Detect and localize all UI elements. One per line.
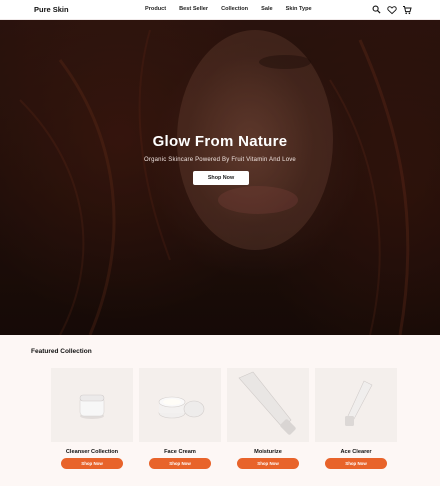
product-card[interactable]: Cleanser Collection Shop Now bbox=[51, 368, 133, 469]
product-card[interactable]: Face Cream Shop Now bbox=[139, 368, 221, 469]
product-name: Moisturize bbox=[254, 449, 282, 455]
heart-icon[interactable] bbox=[386, 4, 397, 15]
shop-now-button[interactable]: Shop Now bbox=[237, 458, 299, 469]
search-icon[interactable] bbox=[371, 4, 382, 15]
product-name: Face Cream bbox=[164, 449, 196, 455]
product-card[interactable]: Moisturize Shop Now bbox=[227, 368, 309, 469]
shop-now-button[interactable]: Shop Now bbox=[149, 458, 211, 469]
product-name: Ace Clearer bbox=[340, 449, 372, 455]
tube-small-icon bbox=[345, 380, 373, 426]
jar-icon bbox=[79, 394, 105, 419]
product-image[interactable] bbox=[315, 368, 397, 442]
cart-icon[interactable] bbox=[401, 4, 412, 15]
nav-collection[interactable]: Collection bbox=[221, 6, 248, 12]
main-nav: Product Best Seller Collection Sale Skin… bbox=[145, 6, 325, 12]
cream-jars-icon bbox=[158, 396, 205, 419]
tube-icon bbox=[238, 371, 296, 435]
product-card[interactable]: Ace Clearer Shop Now bbox=[315, 368, 397, 469]
shop-now-button[interactable]: Shop Now bbox=[61, 458, 123, 469]
nav-sale[interactable]: Sale bbox=[261, 6, 273, 12]
site-header: Pure Skin Product Best Seller Collection… bbox=[0, 0, 440, 20]
brand-logo[interactable]: Pure Skin bbox=[34, 5, 69, 14]
hero-banner: Glow From Nature Organic Skincare Powere… bbox=[0, 20, 440, 335]
product-name: Cleanser Collection bbox=[65, 449, 119, 455]
shop-now-button[interactable]: Shop Now bbox=[325, 458, 387, 469]
header-icons bbox=[371, 4, 412, 15]
nav-skin-type[interactable]: Skin Type bbox=[286, 6, 312, 12]
nav-product[interactable]: Product bbox=[145, 6, 166, 12]
featured-collection-title: Featured Collection bbox=[31, 348, 92, 355]
product-image[interactable] bbox=[139, 368, 221, 442]
product-image[interactable] bbox=[51, 368, 133, 442]
hero-shop-now-button[interactable]: Shop Now bbox=[193, 171, 249, 185]
nav-best-seller[interactable]: Best Seller bbox=[179, 6, 208, 12]
hero-subtitle: Organic Skincare Powered By Fruit Vitami… bbox=[144, 157, 296, 163]
page: Pure Skin Product Best Seller Collection… bbox=[0, 0, 440, 486]
product-image[interactable] bbox=[227, 368, 309, 442]
hero-title: Glow From Nature bbox=[152, 133, 288, 150]
